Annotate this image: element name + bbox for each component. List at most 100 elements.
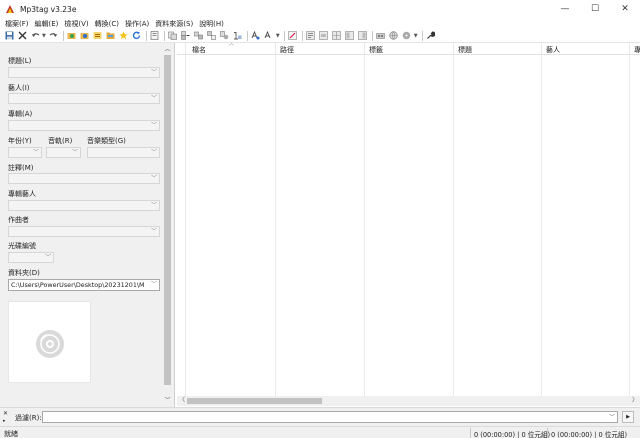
composer-field[interactable]: ﹀ xyxy=(8,226,160,237)
file-list[interactable]: ︿ 檔名 路徑 標籤 標題 藝人 專 xyxy=(177,41,640,396)
directory-value: C:\Users\PowerUser\Desktop\20231201\M xyxy=(11,281,145,289)
disc-number-field[interactable]: ﹀ xyxy=(8,252,54,263)
text-format-dropdown-icon[interactable]: ▼ xyxy=(276,33,280,39)
cd-source-icon[interactable] xyxy=(401,30,413,41)
refresh-icon[interactable] xyxy=(131,30,143,41)
menu-help[interactable]: 說明(H) xyxy=(197,19,228,29)
menu-actions[interactable]: 操作(A) xyxy=(123,19,153,29)
directory-label: 資料夾(D) xyxy=(8,269,40,277)
album-artist-label: 專輯藝人 xyxy=(8,190,36,198)
column-header-artist[interactable]: 藝人 xyxy=(546,45,560,55)
text-format-icon[interactable] xyxy=(263,30,275,41)
list-view-icon[interactable] xyxy=(318,30,330,41)
folder-icon[interactable] xyxy=(105,30,117,41)
album-field[interactable]: ﹀ xyxy=(8,120,160,131)
filter-bar: ✕ ▸ 過濾(R): ﹀ ▶ xyxy=(0,407,640,426)
change-dir-icon[interactable] xyxy=(66,30,78,41)
toolbar-divider xyxy=(371,30,373,41)
menu-view[interactable]: 檢視(V) xyxy=(62,19,92,29)
source-dropdown-icon[interactable]: ▼ xyxy=(414,33,418,39)
artist-field[interactable]: ﹀ xyxy=(8,93,160,104)
web-source-icon[interactable] xyxy=(388,30,400,41)
add-dir-icon[interactable] xyxy=(79,30,91,41)
menu-edit[interactable]: 編輯(E) xyxy=(33,19,63,29)
undo-icon[interactable] xyxy=(29,30,41,41)
settings-wrench-icon[interactable] xyxy=(425,30,437,41)
remove-tag-icon[interactable] xyxy=(16,30,28,41)
toolbar-divider xyxy=(163,30,165,41)
directory-field[interactable]: C:\Users\PowerUser\Desktop\20231201\M ﹀ xyxy=(8,279,160,291)
scroll-right-icon[interactable]: 〉 xyxy=(631,396,639,406)
comment-field[interactable]: ﹀ xyxy=(8,173,160,184)
menu-convert[interactable]: 轉換(C) xyxy=(93,19,123,29)
cd-disc-icon xyxy=(36,330,64,358)
scroll-up-icon[interactable]: ︿ xyxy=(162,44,173,54)
toolbar-divider xyxy=(246,30,248,41)
column-header-title[interactable]: 標題 xyxy=(458,45,472,55)
menu-file[interactable]: 檔案(F) xyxy=(3,19,33,29)
text-case-icon[interactable] xyxy=(250,30,262,41)
year-label: 年份(Y) xyxy=(8,137,32,145)
file-list-hscrollbar[interactable]: 〈 〉 xyxy=(177,396,640,406)
column-header-album[interactable]: 專 xyxy=(634,45,640,55)
chevron-down-icon: ﹀ xyxy=(150,69,157,76)
cover-art[interactable] xyxy=(8,301,91,383)
playlist-icon[interactable] xyxy=(92,30,104,41)
pin-icon[interactable]: ▸ xyxy=(3,418,6,424)
scrollbar-thumb[interactable] xyxy=(187,398,322,404)
scrollbar-thumb[interactable] xyxy=(164,55,171,385)
layout-icon[interactable] xyxy=(357,30,369,41)
edit-icon[interactable] xyxy=(287,30,299,41)
album-artist-field[interactable]: ﹀ xyxy=(8,200,160,211)
close-button[interactable]: ✕ xyxy=(610,0,640,18)
actions-icon[interactable] xyxy=(375,30,387,41)
filter-apply-button[interactable]: ▶ xyxy=(622,411,634,423)
chevron-down-icon: ﹀ xyxy=(32,149,39,156)
options-icon[interactable] xyxy=(149,30,161,41)
chevron-down-icon: ﹀ xyxy=(150,281,157,288)
column-filename[interactable]: 檔名 xyxy=(185,43,206,396)
column-header-path[interactable]: 路徑 xyxy=(280,45,294,55)
column-header-tag[interactable]: 標籤 xyxy=(369,45,383,55)
status-divider xyxy=(470,428,471,438)
menu-sources[interactable]: 資料來源(S) xyxy=(153,19,197,29)
close-icon[interactable]: ✕ xyxy=(3,410,8,417)
chevron-down-icon: ﹀ xyxy=(150,202,157,209)
year-field[interactable]: ﹀ xyxy=(8,147,42,158)
filename-to-tag-icon[interactable] xyxy=(180,30,192,41)
redo-icon[interactable] xyxy=(48,30,60,41)
favorite-star-icon[interactable] xyxy=(118,30,130,41)
tag-panel-scrollbar[interactable]: ︿ ﹀ xyxy=(162,43,173,407)
undo-dropdown-icon[interactable]: ▼ xyxy=(42,33,46,39)
column-album[interactable]: 專 xyxy=(629,43,640,396)
column-artist[interactable]: 藝人 xyxy=(541,43,560,396)
tag-to-tag-icon[interactable] xyxy=(206,30,218,41)
chevron-down-icon[interactable]: ﹀ xyxy=(609,412,615,423)
menu-bar: 檔案(F) 編輯(E) 檢視(V) 轉換(C) 操作(A) 資料來源(S) 說明… xyxy=(0,18,640,29)
tag-to-filename-icon[interactable] xyxy=(167,30,179,41)
save-icon[interactable] xyxy=(3,30,15,41)
window-title: Mp3tag v3.23e xyxy=(20,4,77,14)
column-header-filename[interactable]: 檔名 xyxy=(192,45,206,55)
column-tag[interactable]: 標籤 xyxy=(364,43,383,396)
minimize-button[interactable]: — xyxy=(550,0,580,18)
export-icon[interactable] xyxy=(305,30,317,41)
panel-icon[interactable] xyxy=(344,30,356,41)
tag-panel: 標題(L) ﹀ 藝人(I) ﹀ 專輯(A) ﹀ 年份(Y) 音軌(R) 音樂類型… xyxy=(0,43,175,407)
grid-view-icon[interactable] xyxy=(331,30,343,41)
filter-input[interactable]: ﹀ xyxy=(42,411,618,423)
toolbar-divider xyxy=(283,30,285,41)
filter-label: 過濾(R): xyxy=(15,414,42,422)
genre-label: 音樂類型(G) xyxy=(87,137,126,145)
status-text: 就緒 xyxy=(4,430,18,438)
title-field[interactable]: ﹀ xyxy=(8,67,160,78)
genre-field[interactable]: ﹀ xyxy=(87,147,160,158)
maximize-button[interactable]: ☐ xyxy=(580,0,610,18)
column-path[interactable]: 路徑 xyxy=(275,43,294,396)
scroll-down-icon[interactable]: ﹀ xyxy=(162,395,173,405)
track-field[interactable]: ﹀ xyxy=(46,147,81,158)
filename-to-filename-icon[interactable] xyxy=(193,30,205,41)
scroll-left-icon[interactable]: 〈 xyxy=(178,396,186,406)
column-title[interactable]: 標題 xyxy=(453,43,472,396)
window-controls: — ☐ ✕ xyxy=(550,0,640,18)
